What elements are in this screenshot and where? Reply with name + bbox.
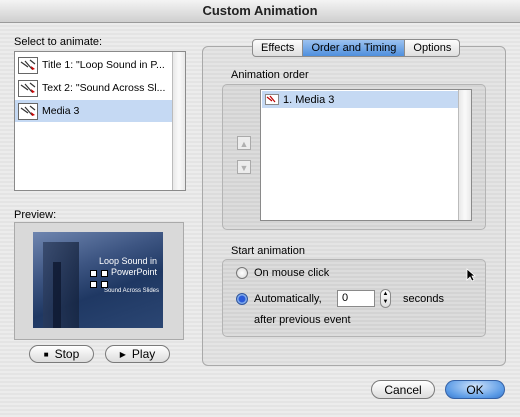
seconds-input[interactable]: 0 — [337, 290, 375, 307]
list-scrollbar[interactable] — [172, 52, 185, 190]
animation-order-list[interactable]: 1. Media 3 — [260, 89, 472, 221]
list-item-label: Title 1: "Loop Sound in P... — [42, 59, 165, 71]
order-item-media-3[interactable]: 1. Media 3 — [262, 91, 458, 108]
seconds-stepper[interactable]: ▲ ▼ — [380, 289, 391, 308]
on-mouse-click-label[interactable]: On mouse click — [254, 267, 329, 279]
selection-handle — [90, 281, 97, 288]
preview-frame: Loop Sound in PowerPoint Sound Across Sl… — [14, 222, 184, 340]
play-button[interactable]: ▶ Play — [105, 345, 170, 363]
order-item-label: 1. Media 3 — [283, 93, 335, 106]
automatically-radio[interactable] — [236, 293, 248, 305]
selection-handle — [101, 270, 108, 277]
list-item-label: Media 3 — [42, 105, 80, 117]
move-up-button[interactable]: ▲ — [237, 136, 251, 150]
slide-preview: Loop Sound in PowerPoint Sound Across Sl… — [33, 232, 163, 328]
arrow-up-icon: ▲ — [239, 139, 249, 149]
list-item-title-1[interactable]: Title 1: "Loop Sound in P... — [15, 54, 172, 76]
stepper-up-icon[interactable]: ▲ — [381, 290, 390, 298]
list-item-text-2[interactable]: Text 2: "Sound Across Sl... — [15, 77, 172, 99]
tab-order-and-timing[interactable]: Order and Timing — [303, 40, 406, 56]
select-to-animate-label: Select to animate: — [14, 36, 103, 48]
media-icon — [265, 94, 279, 105]
preview-subtitle: Sound Across Slides — [103, 288, 159, 294]
play-icon: ▶ — [119, 349, 126, 359]
selection-handle — [90, 270, 97, 277]
order-scrollbar[interactable] — [458, 90, 471, 220]
animate-list[interactable]: Title 1: "Loop Sound in P... Text 2: "So… — [14, 51, 186, 191]
selection-handle — [101, 281, 108, 288]
on-mouse-click-radio[interactable] — [236, 267, 248, 279]
stop-button[interactable]: ■ Stop — [29, 345, 94, 363]
animation-effect-icon — [18, 79, 38, 97]
automatically-label[interactable]: Automatically, — [254, 293, 322, 305]
start-animation-label: Start animation — [231, 245, 305, 257]
stop-label: Stop — [54, 347, 80, 361]
preview-title: Loop Sound in PowerPoint — [98, 256, 157, 277]
seconds-label: seconds — [403, 293, 444, 305]
bridge-tower-image — [53, 262, 61, 328]
animation-order-label: Animation order — [231, 69, 309, 81]
cancel-button[interactable]: Cancel — [371, 380, 435, 399]
animation-effect-icon — [18, 102, 38, 120]
bridge-image — [43, 242, 79, 328]
window-title: Custom Animation — [0, 0, 520, 23]
after-previous-event-label: after previous event — [254, 314, 351, 326]
ok-button[interactable]: OK — [445, 380, 505, 399]
play-label: Play — [131, 347, 156, 361]
arrow-down-icon: ▼ — [239, 163, 249, 173]
tab-options[interactable]: Options — [405, 40, 459, 56]
stop-icon: ■ — [43, 349, 49, 359]
stepper-down-icon[interactable]: ▼ — [381, 298, 390, 306]
list-item-media-3[interactable]: Media 3 — [15, 100, 172, 122]
list-item-label: Text 2: "Sound Across Sl... — [42, 82, 166, 94]
move-down-button[interactable]: ▼ — [237, 160, 251, 174]
tab-bar: Effects Order and Timing Options — [252, 39, 461, 57]
tab-effects[interactable]: Effects — [253, 40, 304, 56]
mouse-pointer-icon — [466, 268, 477, 285]
preview-label: Preview: — [14, 209, 57, 221]
animation-effect-icon — [18, 56, 38, 74]
